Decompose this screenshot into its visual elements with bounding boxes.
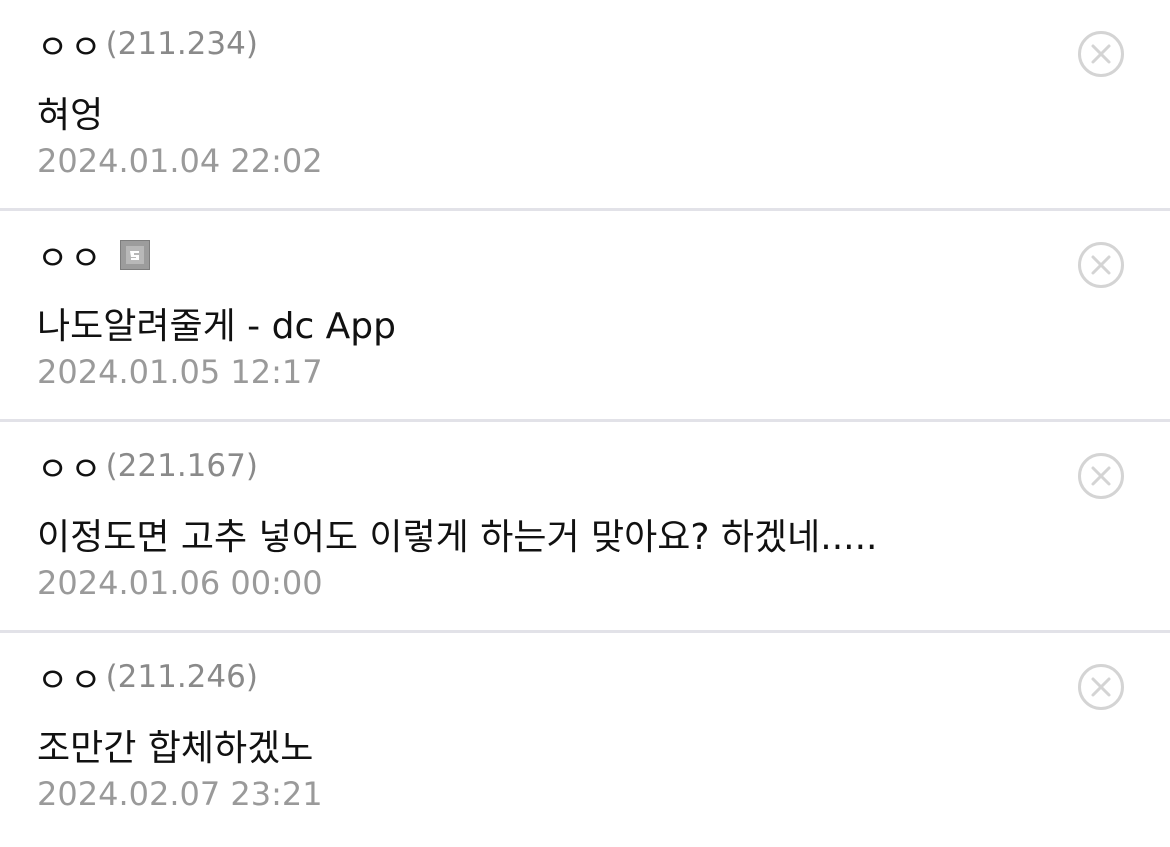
circle-x-icon [1078, 31, 1124, 77]
comment-text: 혀엉 [37, 95, 104, 136]
comment-item: ㅇㅇ 나도알려줄게 - dc App 2024.01.05 12:17 [0, 211, 1170, 422]
delete-comment-button[interactable] [1077, 663, 1125, 711]
comment-nickname: ㅇㅇ [37, 660, 104, 701]
comment-author: ㅇㅇ (221.167) [37, 444, 258, 490]
circle-x-icon [1078, 242, 1124, 288]
comment-item: ㅇㅇ (211.234) 혀엉 2024.01.04 22:02 [0, 0, 1170, 211]
comment-item: ㅇㅇ (221.167) 이정도면 고추 넣어도 이렇게 하는거 맞아요? 하겠… [0, 422, 1170, 633]
comment-list: ㅇㅇ (211.234) 혀엉 2024.01.04 22:02 ㅇㅇ 나도알려… [0, 0, 1170, 844]
comment-author: ㅇㅇ (211.246) [37, 655, 258, 701]
comment-ip: (211.246) [105, 659, 258, 695]
comment-nickname: ㅇㅇ [37, 449, 104, 490]
comment-text: 조만간 합체하겠노 [37, 728, 314, 769]
comment-date: 2024.01.04 22:02 [37, 142, 323, 180]
delete-comment-button[interactable] [1077, 241, 1125, 289]
fixed-nick-gallery-icon [119, 240, 150, 270]
comment-date: 2024.01.06 00:00 [37, 564, 323, 602]
comment-nickname: ㅇㅇ [37, 27, 104, 68]
comment-author: ㅇㅇ (211.234) [37, 22, 258, 68]
comment-text: 이정도면 고추 넣어도 이렇게 하는거 맞아요? 하겠네..... [37, 517, 878, 558]
comment-date: 2024.02.07 23:21 [37, 775, 323, 813]
delete-comment-button[interactable] [1077, 452, 1125, 500]
circle-x-icon [1078, 453, 1124, 499]
comment-author: ㅇㅇ [37, 233, 150, 279]
comment-item: ㅇㅇ (211.246) 조만간 합체하겠노 2024.02.07 23:21 [0, 633, 1170, 844]
comment-text: 나도알려줄게 - dc App [37, 306, 397, 347]
comment-ip: (211.234) [105, 26, 258, 62]
comment-ip: (221.167) [105, 448, 258, 484]
comment-nickname: ㅇㅇ [37, 238, 104, 279]
comment-date: 2024.01.05 12:17 [37, 353, 323, 391]
circle-x-icon [1078, 664, 1124, 710]
delete-comment-button[interactable] [1077, 30, 1125, 78]
